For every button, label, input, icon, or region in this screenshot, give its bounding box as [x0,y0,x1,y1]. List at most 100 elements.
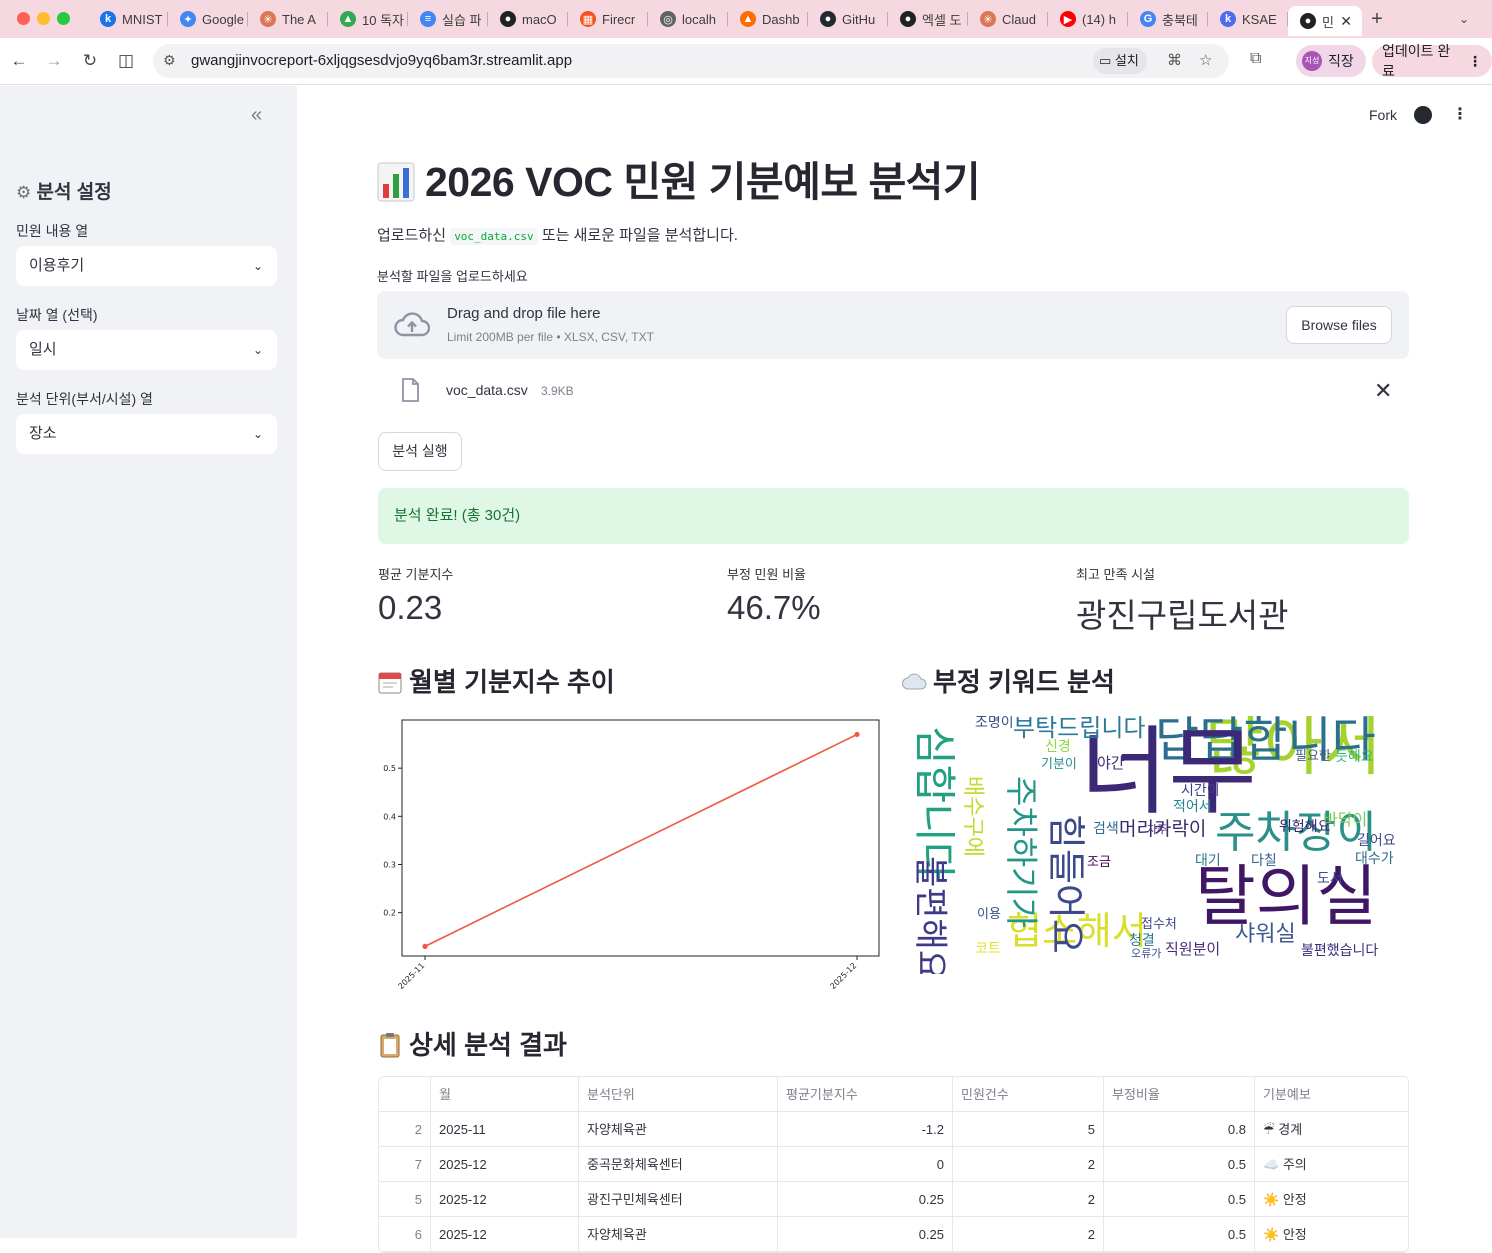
maximize-window-button[interactable] [57,12,70,25]
browser-tab[interactable]: G 충북테 [1128,5,1208,33]
tab-search-icon[interactable]: ⌄ [1450,6,1478,32]
column-header-count[interactable]: 민원건수 [953,1077,1104,1111]
cell-unit[interactable]: 중곡문화체육센터 [579,1147,778,1181]
table-row[interactable]: 6 2025-12 자양체육관 0.25 2 0.5 ☀️ 안정 [379,1217,1408,1252]
wordcloud-word: 자주 [1147,823,1168,836]
browser-tab[interactable]: ▦ Firecr [568,5,648,33]
forward-button[interactable]: → [41,48,67,74]
cell-unit[interactable]: 광진구민체육센터 [579,1182,778,1216]
table-row[interactable]: 5 2025-12 광진구민체육센터 0.25 2 0.5 ☀️ 안정 [379,1182,1408,1217]
run-analysis-button[interactable]: 분석 실행 [378,432,462,471]
browser-tab-label: localh [682,11,716,27]
metric-avg-mood: 평균 기분지수 0.23 [378,564,453,627]
unit-column-select[interactable]: 장소 ⌄ [16,414,277,454]
browser-tab[interactable]: ▲ Dashb [728,5,808,33]
table-row[interactable]: 2 2025-11 자양체육관 -1.2 5 0.8 ☔ 경계 [379,1112,1408,1147]
remove-file-button[interactable]: ✕ [1374,378,1392,404]
browser-tab[interactable]: ● 엑셀 도 [888,5,968,33]
cell-negative[interactable]: 0.5 [1104,1182,1255,1216]
success-alert: 분석 완료! (총 30건) [378,488,1409,544]
browser-tab[interactable]: ✳ Claud [968,5,1048,33]
browser-tab[interactable]: k KSAE [1208,5,1288,33]
metric-value: 46.7% [727,589,821,626]
browser-tab[interactable]: k MNIST [88,5,168,33]
table-row[interactable]: 7 2025-12 중곡문화체육센터 0 2 0.5 ☁️ 주의 [379,1147,1408,1182]
wordcloud-word: 힘들어요 [1044,814,1088,954]
browser-tab[interactable]: ◎ localh [648,5,728,33]
row-index: 2 [379,1112,431,1146]
wordcloud-word: 이용 [977,907,1001,922]
install-app-button[interactable]: ▭ 설치 [1093,48,1147,74]
column-header-index[interactable] [379,1077,431,1111]
column-header-month[interactable]: 월 [431,1077,579,1111]
cell-forecast[interactable]: ☀️ 안정 [1255,1217,1408,1251]
cell-unit[interactable]: 자양체육관 [579,1217,778,1251]
cell-count[interactable]: 5 [953,1112,1104,1146]
docs-icon: ≡ [420,11,436,27]
browser-tab-label: 민 [1322,14,1334,30]
cell-score[interactable]: -1.2 [778,1112,953,1146]
translate-icon[interactable]: ⌘ [1167,51,1182,69]
browser-tab[interactable]: ≡ 실습 파 [408,5,488,33]
cell-forecast[interactable]: ☁️ 주의 [1255,1147,1408,1181]
cell-negative[interactable]: 0.5 [1104,1217,1255,1251]
browser-tab[interactable]: ▲ 10 독자 [328,5,408,33]
column-header-score[interactable]: 평균기분지수 [778,1077,953,1111]
new-tab-button[interactable]: + [1362,8,1392,31]
browser-tab[interactable]: ▶ (14) h [1048,5,1128,33]
wordcloud-word: 오류가 [1131,947,1162,960]
cell-month[interactable]: 2025-12 [431,1147,579,1181]
update-button[interactable]: 업데이트 완료 ⋮ [1372,43,1492,79]
cell-count[interactable]: 2 [953,1182,1104,1216]
close-window-button[interactable] [17,12,30,25]
split-view-icon[interactable]: ◫ [113,48,139,74]
file-dropzone[interactable]: Drag and drop file here Limit 200MB per … [377,291,1409,359]
extensions-icon[interactable]: ⧉ [1250,50,1261,68]
intro-prefix: 업로드하신 [377,227,447,244]
browse-files-button[interactable]: Browse files [1286,306,1392,344]
column-header-negative[interactable]: 부정비율 [1104,1077,1255,1111]
wordcloud-word: 다칠 [1251,853,1277,869]
close-tab-icon[interactable]: ✕ [1340,13,1352,30]
column-header-unit[interactable]: 분석단위 [579,1077,778,1111]
bookmark-star-icon[interactable]: ☆ [1199,51,1212,69]
browser-tab[interactable]: ✦ Google [168,5,248,33]
column-header-forecast[interactable]: 기분예보 [1255,1077,1408,1111]
browser-tab[interactable]: ✳ The A [248,5,328,33]
browser-tab-active[interactable]: ● 민 ✕ [1288,6,1362,36]
file-name: voc_data.csv [446,382,528,398]
content-column-select[interactable]: 이용후기 ⌄ [16,246,277,286]
cell-month[interactable]: 2025-11 [431,1112,579,1146]
cell-score[interactable]: 0.25 [778,1182,953,1216]
cell-score[interactable]: 0.25 [778,1217,953,1251]
browser-tab[interactable]: ● macO [488,5,568,33]
flame-icon: ▲ [740,11,756,27]
site-info-icon[interactable]: ⚙ [163,52,176,69]
cell-negative[interactable]: 0.5 [1104,1147,1255,1181]
url-text[interactable]: gwangjinvocreport-6xljqgsesdvjo9yq6bam3r… [191,52,572,69]
address-bar[interactable]: ⚙ gwangjinvocreport-6xljqgsesdvjo9yq6bam… [153,44,1229,78]
cell-forecast[interactable]: ☀️ 안정 [1255,1182,1408,1216]
results-table[interactable]: 월 분석단위 평균기분지수 민원건수 부정비율 기분예보 2 2025-11 자… [378,1076,1409,1253]
profile-button[interactable]: 지성 직장 [1296,45,1366,77]
claude-icon: ✳ [260,11,276,27]
main-menu-button[interactable]: ⋮ [1452,104,1468,124]
cell-unit[interactable]: 자양체육관 [579,1112,778,1146]
back-button[interactable]: ← [6,48,32,74]
cell-month[interactable]: 2025-12 [431,1182,579,1216]
cell-month[interactable]: 2025-12 [431,1217,579,1251]
cell-count[interactable]: 2 [953,1147,1104,1181]
fork-button[interactable]: Fork [1369,107,1397,123]
date-column-select[interactable]: 일시 ⌄ [16,330,277,370]
browser-tab[interactable]: ● GitHu [808,5,888,33]
cell-negative[interactable]: 0.8 [1104,1112,1255,1146]
drive-icon: ▲ [340,11,356,27]
cell-forecast[interactable]: ☔ 경계 [1255,1112,1408,1146]
file-icon [402,378,419,402]
cell-count[interactable]: 2 [953,1217,1104,1251]
collapse-sidebar-button[interactable]: « [251,104,262,127]
minimize-window-button[interactable] [37,12,50,25]
cell-score[interactable]: 0 [778,1147,953,1181]
reload-button[interactable]: ↻ [77,48,103,74]
github-icon[interactable] [1414,106,1432,124]
